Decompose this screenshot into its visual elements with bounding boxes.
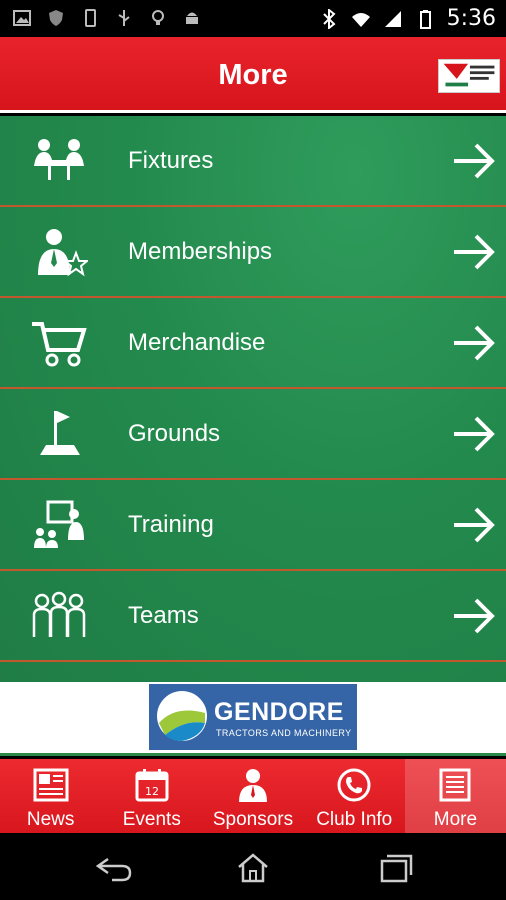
club-logo[interactable] bbox=[438, 59, 500, 93]
system-nav-bar bbox=[0, 833, 506, 900]
menu-item-label: Teams bbox=[128, 602, 199, 629]
sponsor-name: GENDORE bbox=[214, 698, 344, 726]
tab-label: Club Info bbox=[316, 809, 393, 830]
phone-icon bbox=[337, 768, 371, 802]
page-title: More bbox=[218, 59, 288, 91]
sponsor-tagline: TRACTORS AND MACHINERY bbox=[216, 728, 352, 738]
cart-icon bbox=[32, 322, 87, 367]
tab-label: Sponsors bbox=[212, 809, 294, 830]
flag-icon bbox=[40, 411, 80, 455]
menu-item-label: Grounds bbox=[128, 420, 221, 447]
recent-apps-icon[interactable] bbox=[376, 853, 416, 883]
chevron-right-arrow-icon bbox=[454, 416, 495, 452]
tab-label: More bbox=[433, 809, 478, 830]
tab-news[interactable]: News bbox=[0, 759, 101, 833]
phone-icon bbox=[85, 9, 96, 27]
tab-more[interactable]: More bbox=[404, 759, 506, 833]
menu-item-teams[interactable]: Teams bbox=[0, 571, 506, 662]
clock: 5:36 bbox=[446, 6, 496, 31]
list-icon bbox=[439, 768, 471, 802]
menu-item-label: Fixtures bbox=[128, 147, 214, 174]
battery-icon bbox=[419, 9, 431, 29]
menu-item-merchandise[interactable]: Merchandise bbox=[0, 298, 506, 389]
more-menu-list: Fixtures Memberships Merchandise Grounds bbox=[0, 116, 506, 682]
menu-item-fixtures[interactable]: Fixtures bbox=[0, 116, 506, 207]
calendar-day: 12 bbox=[145, 785, 159, 798]
chevron-right-arrow-icon bbox=[454, 325, 495, 361]
sponsor-ad[interactable]: GENDORE TRACTORS AND MACHINERY bbox=[149, 684, 357, 750]
menu-item-training[interactable]: Training bbox=[0, 480, 506, 571]
wifi-icon bbox=[351, 12, 370, 27]
teams-icon bbox=[32, 591, 86, 637]
status-bar: 5:36 bbox=[0, 0, 506, 37]
bluetooth-icon bbox=[322, 8, 336, 29]
app-header: More bbox=[0, 37, 506, 113]
chevron-right-arrow-icon bbox=[454, 598, 495, 634]
signal-icon bbox=[384, 10, 401, 27]
usb-icon bbox=[118, 10, 130, 26]
android-icon bbox=[186, 12, 198, 24]
chevron-right-arrow-icon bbox=[454, 234, 495, 270]
back-icon[interactable] bbox=[94, 853, 134, 883]
image-icon bbox=[13, 10, 31, 26]
membership-icon bbox=[38, 229, 88, 277]
shield-icon bbox=[49, 10, 63, 26]
home-icon[interactable] bbox=[233, 853, 273, 883]
tab-label: News bbox=[26, 809, 75, 830]
bottom-tab-bar: News 12 Events Sponsors Club Info More bbox=[0, 759, 506, 833]
menu-item-label: Memberships bbox=[128, 238, 273, 265]
training-icon bbox=[34, 500, 84, 548]
chevron-right-arrow-icon bbox=[454, 143, 495, 179]
bulb-icon bbox=[152, 10, 164, 25]
menu-item-label: Merchandise bbox=[128, 329, 266, 356]
sponsor-banner: GENDORE TRACTORS AND MACHINERY bbox=[0, 682, 506, 756]
calendar-icon: 12 bbox=[135, 769, 169, 802]
menu-item-memberships[interactable]: Memberships bbox=[0, 207, 506, 298]
tab-events[interactable]: 12 Events bbox=[101, 759, 202, 833]
sponsor-logo-icon bbox=[157, 691, 207, 741]
tab-club-info[interactable]: Club Info bbox=[304, 759, 405, 833]
chevron-right-arrow-icon bbox=[454, 507, 495, 543]
person-icon bbox=[239, 769, 267, 802]
tab-sponsors[interactable]: Sponsors bbox=[202, 759, 303, 833]
menu-item-label: Training bbox=[128, 511, 214, 538]
menu-item-grounds[interactable]: Grounds bbox=[0, 389, 506, 480]
news-icon bbox=[33, 768, 69, 802]
tab-label: Events bbox=[122, 809, 181, 830]
fixtures-icon bbox=[34, 139, 84, 180]
